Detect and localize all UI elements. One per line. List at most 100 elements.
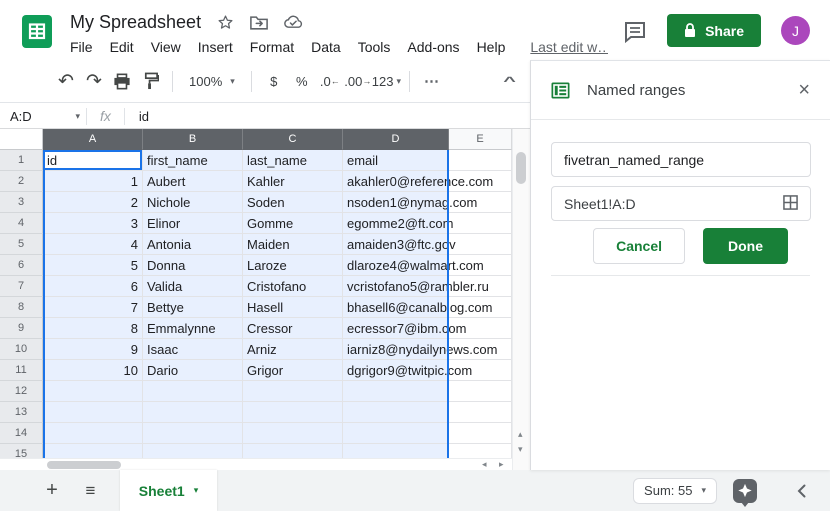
- cell[interactable]: Isaac: [143, 339, 243, 360]
- cell[interactable]: 8: [43, 318, 143, 339]
- scroll-left-icon[interactable]: ◂: [482, 460, 487, 469]
- cell[interactable]: [343, 402, 449, 423]
- document-title[interactable]: My Spreadsheet: [70, 12, 201, 33]
- cancel-button[interactable]: Cancel: [593, 228, 685, 264]
- row-header-9[interactable]: 9: [0, 318, 43, 339]
- cell[interactable]: [43, 444, 143, 458]
- cell[interactable]: 7: [43, 297, 143, 318]
- menu-item-help[interactable]: Help: [477, 39, 506, 55]
- cell[interactable]: [143, 444, 243, 458]
- cell[interactable]: Grigor: [243, 360, 343, 381]
- scroll-down-icon[interactable]: ▾: [518, 445, 523, 454]
- vertical-scrollbar-thumb[interactable]: [516, 152, 526, 184]
- cell[interactable]: [449, 402, 512, 423]
- menu-item-tools[interactable]: Tools: [358, 39, 391, 55]
- cell[interactable]: [243, 381, 343, 402]
- select-all-corner[interactable]: [0, 129, 43, 150]
- cell[interactable]: [449, 234, 512, 255]
- cell[interactable]: [449, 150, 512, 171]
- cell[interactable]: [143, 381, 243, 402]
- cell[interactable]: [449, 423, 512, 444]
- cell[interactable]: 4: [43, 234, 143, 255]
- sum-dropdown[interactable]: Sum: 55 ▾: [633, 478, 717, 504]
- more-formats-button[interactable]: 123 ▾: [372, 67, 401, 95]
- undo-button[interactable]: ↶: [52, 67, 80, 95]
- column-header-c[interactable]: C: [243, 129, 343, 150]
- horizontal-scrollbar-thumb[interactable]: [47, 461, 121, 469]
- cell[interactable]: Donna: [143, 255, 243, 276]
- cell[interactable]: akahler0@reference.com: [343, 171, 449, 192]
- cell[interactable]: Cristofano: [243, 276, 343, 297]
- done-button[interactable]: Done: [703, 228, 788, 264]
- cell[interactable]: 9: [43, 339, 143, 360]
- column-header-b[interactable]: B: [143, 129, 243, 150]
- cell[interactable]: [43, 381, 143, 402]
- row-header-6[interactable]: 6: [0, 255, 43, 276]
- cell[interactable]: [243, 402, 343, 423]
- tab-sheet1[interactable]: Sheet1 ▾: [120, 470, 217, 511]
- column-header-d[interactable]: D: [343, 129, 449, 150]
- row-header-2[interactable]: 2: [0, 171, 43, 192]
- more-toolbar-button[interactable]: ⋯: [418, 67, 446, 95]
- horizontal-scrollbar[interactable]: ◂ ▸: [0, 458, 512, 470]
- menu-item-insert[interactable]: Insert: [198, 39, 233, 55]
- toolbar-overflow-caret-icon[interactable]: ^: [503, 74, 516, 88]
- row-header-11[interactable]: 11: [0, 360, 43, 381]
- collapse-panel-chevron-icon[interactable]: [797, 484, 806, 498]
- zoom-select[interactable]: 100% ▾: [181, 74, 243, 89]
- cell[interactable]: Cressor: [243, 318, 343, 339]
- cell[interactable]: iarniz8@nydailynews.com: [343, 339, 449, 360]
- row-header-15[interactable]: 15: [0, 444, 43, 458]
- menu-item-addons[interactable]: Add-ons: [407, 39, 459, 55]
- row-header-8[interactable]: 8: [0, 297, 43, 318]
- cell[interactable]: 2: [43, 192, 143, 213]
- menu-item-data[interactable]: Data: [311, 39, 341, 55]
- cell[interactable]: Nichole: [143, 192, 243, 213]
- cell[interactable]: [143, 402, 243, 423]
- cell[interactable]: [449, 381, 512, 402]
- cell[interactable]: Laroze: [243, 255, 343, 276]
- vertical-scrollbar[interactable]: ▴ ▾: [512, 129, 530, 470]
- cell[interactable]: [143, 423, 243, 444]
- percent-format-button[interactable]: %: [288, 67, 316, 95]
- cell[interactable]: bhasell6@canalblog.com: [343, 297, 449, 318]
- decrease-decimal-button[interactable]: .0←: [316, 67, 344, 95]
- row-header-1[interactable]: 1: [0, 150, 43, 171]
- cell[interactable]: id: [43, 150, 143, 171]
- menu-item-format[interactable]: Format: [250, 39, 294, 55]
- cell[interactable]: Aubert: [143, 171, 243, 192]
- cell[interactable]: [343, 381, 449, 402]
- cell[interactable]: [449, 444, 512, 458]
- menu-item-file[interactable]: File: [70, 39, 93, 55]
- cell[interactable]: Maiden: [243, 234, 343, 255]
- cell[interactable]: dgrigor9@twitpic.com: [343, 360, 449, 381]
- share-button[interactable]: Share: [667, 14, 761, 47]
- redo-button[interactable]: ↷: [80, 67, 108, 95]
- star-icon[interactable]: [217, 14, 234, 31]
- cell[interactable]: [243, 444, 343, 458]
- scroll-right-icon[interactable]: ▸: [499, 460, 504, 469]
- cell[interactable]: dlaroze4@walmart.com: [343, 255, 449, 276]
- range-name-input[interactable]: [551, 142, 811, 177]
- cell[interactable]: 5: [43, 255, 143, 276]
- cell[interactable]: Hasell: [243, 297, 343, 318]
- column-header-a[interactable]: A: [43, 129, 143, 150]
- cell[interactable]: last_name: [243, 150, 343, 171]
- sheets-logo-icon[interactable]: [22, 15, 52, 48]
- cell[interactable]: [449, 213, 512, 234]
- cell[interactable]: amaiden3@ftc.gov: [343, 234, 449, 255]
- name-box[interactable]: A:D ▾: [0, 109, 86, 124]
- row-header-14[interactable]: 14: [0, 423, 43, 444]
- row-header-3[interactable]: 3: [0, 192, 43, 213]
- formula-input[interactable]: id: [125, 109, 530, 124]
- cell[interactable]: [343, 423, 449, 444]
- cell[interactable]: Emmalynne: [143, 318, 243, 339]
- range-reference-input[interactable]: [551, 186, 811, 221]
- cell[interactable]: 1: [43, 171, 143, 192]
- avatar[interactable]: J: [781, 16, 810, 45]
- cell[interactable]: [43, 402, 143, 423]
- currency-format-button[interactable]: $: [260, 67, 288, 95]
- paint-format-button[interactable]: [136, 67, 164, 95]
- row-header-5[interactable]: 5: [0, 234, 43, 255]
- all-sheets-icon[interactable]: ≡: [78, 481, 102, 501]
